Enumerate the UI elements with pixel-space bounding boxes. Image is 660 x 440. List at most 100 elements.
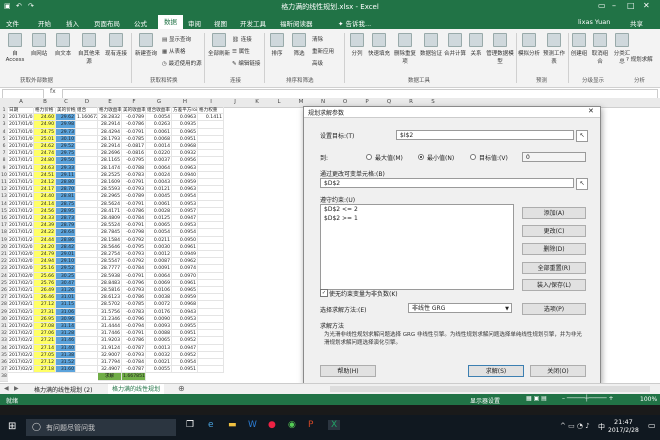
edit-links-button[interactable]: ✎ 编辑链接 bbox=[232, 59, 262, 67]
midea-return-cell[interactable]: 0.0064 bbox=[146, 164, 172, 172]
weight-cell[interactable] bbox=[76, 344, 98, 352]
weight-cell[interactable] bbox=[76, 215, 98, 223]
weight-cell[interactable] bbox=[76, 207, 98, 215]
text-to-columns-button[interactable]: 分列 bbox=[348, 33, 366, 57]
column-header[interactable]: J bbox=[224, 98, 247, 108]
reapply-button[interactable]: 重新应用 bbox=[312, 47, 342, 55]
result-cell[interactable] bbox=[198, 121, 224, 129]
edge-icon[interactable]: e bbox=[208, 420, 214, 430]
portfolio-cell[interactable]: 28.4171 bbox=[98, 207, 122, 215]
result-cell[interactable] bbox=[198, 251, 224, 259]
midea-price-cell[interactable]: 31.40 bbox=[56, 344, 76, 352]
midea-return-cell[interactable]: 0.0012 bbox=[146, 251, 172, 259]
midea-return-cell[interactable]: 0.0014 bbox=[146, 143, 172, 151]
gree-return-cell[interactable]: -0.0793 bbox=[122, 287, 146, 295]
gree-return-cell[interactable]: -0.0795 bbox=[122, 243, 146, 251]
weight-cell[interactable] bbox=[76, 323, 98, 331]
date-cell[interactable]: 2017/01/12 bbox=[8, 164, 34, 172]
gree-return-cell[interactable]: -0.0784 bbox=[122, 265, 146, 273]
portfolio-cell[interactable]: 31.7446 bbox=[98, 330, 122, 338]
midea-price-cell[interactable]: 28.70 bbox=[56, 186, 76, 194]
solve-value-cell[interactable]: 1.667851386 bbox=[122, 373, 146, 381]
gree-price-cell[interactable]: 24.17 bbox=[34, 186, 56, 194]
weight-cell[interactable] bbox=[76, 229, 98, 237]
gree-return-cell[interactable]: -0.0794 bbox=[122, 323, 146, 331]
gree-return-cell[interactable]: -0.0792 bbox=[122, 236, 146, 244]
midea-return-cell[interactable]: 0.0043 bbox=[146, 179, 172, 187]
midea-return-cell[interactable]: 0.0093 bbox=[146, 323, 172, 331]
portfolio-cell[interactable]: 28.5702 bbox=[98, 301, 122, 309]
share-button[interactable]: 共享 bbox=[630, 18, 643, 28]
portfolio-cell[interactable]: 28.5624 bbox=[98, 200, 122, 208]
column-header[interactable] bbox=[620, 98, 643, 108]
midea-price-cell[interactable]: 28.73 bbox=[56, 215, 76, 223]
midea-return-cell[interactable]: 0.0054 bbox=[146, 229, 172, 237]
gree-return-cell[interactable]: -0.0791 bbox=[122, 222, 146, 230]
tab-formulas[interactable]: 公式 bbox=[134, 18, 147, 28]
weight-cell[interactable] bbox=[76, 186, 98, 194]
gree-return-cell[interactable]: -0.0783 bbox=[122, 308, 146, 316]
portfolio-cell[interactable]: 28.1584 bbox=[98, 236, 122, 244]
gree-return-cell[interactable]: -0.0791 bbox=[122, 179, 146, 187]
filter-button[interactable]: 筛选 bbox=[290, 33, 308, 57]
objective-input[interactable]: $I$2 bbox=[396, 130, 574, 140]
close-button[interactable]: 关闭(O) bbox=[530, 365, 586, 377]
gree-return-cell[interactable]: -0.0786 bbox=[122, 121, 146, 129]
date-cell[interactable]: 2017/01/03 bbox=[8, 114, 34, 122]
result-cell[interactable] bbox=[198, 301, 224, 309]
remove-duplicates-button[interactable]: 删除重复项 bbox=[392, 33, 418, 65]
result-cell[interactable] bbox=[198, 186, 224, 194]
weight-cell[interactable]: 1.160672 bbox=[76, 114, 98, 122]
max-radio[interactable] bbox=[366, 154, 372, 160]
variance-cell[interactable]: 0.0953 bbox=[172, 200, 198, 208]
result-cell[interactable] bbox=[198, 323, 224, 331]
variance-cell[interactable]: 0.0951 bbox=[172, 366, 198, 374]
gree-price-cell[interactable]: 24.51 bbox=[34, 171, 56, 179]
gree-return-cell[interactable]: -0.0791 bbox=[122, 330, 146, 338]
group-button[interactable]: 创建组 bbox=[570, 33, 588, 57]
portfolio-cell[interactable]: 28.1474 bbox=[98, 164, 122, 172]
portfolio-cell[interactable]: 28.2914 bbox=[98, 121, 122, 129]
variance-cell[interactable]: 0.0932 bbox=[172, 150, 198, 158]
task-view-icon[interactable]: ❐ bbox=[186, 420, 194, 430]
weight-cell[interactable] bbox=[76, 222, 98, 230]
ime-indicator[interactable]: 中 bbox=[598, 422, 605, 432]
variance-cell[interactable]: 0.0943 bbox=[172, 308, 198, 316]
variance-cell[interactable]: 0.0952 bbox=[172, 351, 198, 359]
sort-button[interactable]: 排序 bbox=[268, 33, 286, 57]
gree-price-cell[interactable]: 27.05 bbox=[34, 351, 56, 359]
midea-return-cell[interactable]: 0.0072 bbox=[146, 301, 172, 309]
table-header-cell[interactable]: 美的收益率 bbox=[122, 107, 146, 115]
portfolio-cell[interactable]: 28.5938 bbox=[98, 272, 122, 280]
gree-price-cell[interactable]: 24.20 bbox=[34, 243, 56, 251]
gree-price-cell[interactable]: 26.95 bbox=[34, 315, 56, 323]
scroll-left-icon[interactable]: ◀ bbox=[4, 385, 9, 392]
minimize-icon[interactable]: – bbox=[612, 1, 616, 10]
midea-return-cell[interactable]: 0.0061 bbox=[146, 200, 172, 208]
portfolio-cell[interactable]: 28.2696 bbox=[98, 150, 122, 158]
gree-price-cell[interactable]: 24.62 bbox=[34, 143, 56, 151]
date-cell[interactable]: 2017/02/21 bbox=[8, 330, 34, 338]
portfolio-cell[interactable]: 28.5646 bbox=[98, 243, 122, 251]
result-cell[interactable] bbox=[198, 279, 224, 287]
data-model-button[interactable]: 管理数据模型 bbox=[486, 33, 514, 65]
date-cell[interactable]: 2017/02/15 bbox=[8, 301, 34, 309]
gree-price-cell[interactable]: 24.12 bbox=[34, 179, 56, 187]
scroll-right-icon[interactable]: ▶ bbox=[14, 385, 19, 392]
gree-return-cell[interactable]: -0.0796 bbox=[122, 315, 146, 323]
gree-return-cell[interactable]: -0.0817 bbox=[122, 143, 146, 151]
solver-button[interactable]: ? 规划求解 bbox=[626, 55, 658, 63]
powerpoint-icon[interactable]: P bbox=[308, 420, 313, 430]
date-cell[interactable]: 2017/02/06 bbox=[8, 251, 34, 259]
portfolio-cell[interactable]: 28.2832 bbox=[98, 114, 122, 122]
gree-return-cell[interactable]: -0.0791 bbox=[122, 128, 146, 136]
view-icons[interactable]: ▦ ▣ ▤ bbox=[526, 395, 547, 402]
weight-cell[interactable] bbox=[76, 243, 98, 251]
table-header-cell[interactable]: 格力权重 bbox=[198, 107, 224, 115]
gree-price-cell[interactable]: 24.74 bbox=[34, 150, 56, 158]
midea-price-cell[interactable]: 29.62 bbox=[56, 114, 76, 122]
midea-price-cell[interactable]: 28.75 bbox=[56, 200, 76, 208]
gree-price-cell[interactable]: 25.16 bbox=[34, 265, 56, 273]
table-header-cell[interactable]: 美的价格 bbox=[56, 107, 76, 115]
notification-icon[interactable]: ▭ bbox=[648, 421, 656, 430]
